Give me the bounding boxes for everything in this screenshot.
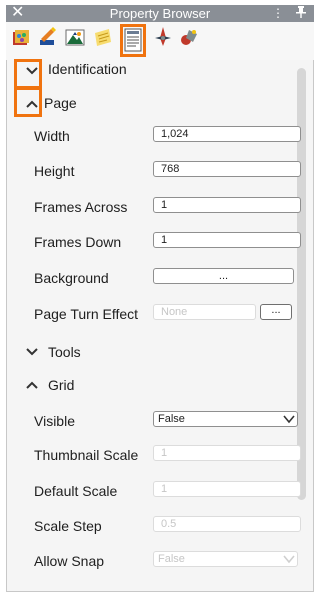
window-title: Property Browser xyxy=(109,6,211,21)
property-label: Width xyxy=(34,128,70,144)
property-row-frames-across: Frames Across 1 xyxy=(6,189,301,223)
property-row-width: Width 1,024 xyxy=(6,118,301,152)
objects-icon[interactable] xyxy=(178,26,200,48)
property-label: Frames Down xyxy=(34,234,122,250)
pin-icon[interactable] xyxy=(296,6,306,22)
page-turn-effect-input[interactable]: None xyxy=(153,304,256,320)
compass-icon[interactable] xyxy=(152,26,174,48)
image-picture-icon[interactable] xyxy=(64,26,86,48)
property-label: Background xyxy=(34,270,109,286)
property-label: Scale Step xyxy=(34,518,102,534)
property-label: Height xyxy=(34,163,75,179)
chevron-down-icon xyxy=(283,553,295,565)
property-row-height: Height 768 xyxy=(6,153,301,187)
section-title: Grid xyxy=(48,377,75,393)
property-row-background: Background ... xyxy=(6,260,296,294)
property-row-thumbnail-scale: Thumbnail Scale 1 xyxy=(6,437,301,471)
page-turn-effect-browse-button[interactable]: ... xyxy=(260,304,292,320)
property-label: Frames Across xyxy=(34,199,128,215)
section-title: Identification xyxy=(48,61,127,77)
visible-select[interactable]: False xyxy=(153,411,298,427)
select-value: False xyxy=(158,553,185,565)
pencil-brush-icon[interactable] xyxy=(36,26,58,48)
thumbnail-scale-input[interactable]: 1 xyxy=(153,445,301,461)
notes-page-icon[interactable] xyxy=(92,26,114,48)
background-picker-button[interactable]: ... xyxy=(153,268,294,284)
book-palette-icon[interactable] xyxy=(10,26,32,48)
property-row-default-scale: Default Scale 1 xyxy=(6,473,301,507)
chevron-up-icon[interactable] xyxy=(25,378,39,392)
scale-step-input[interactable]: 0.5 xyxy=(153,516,301,532)
height-input[interactable]: 768 xyxy=(153,161,301,177)
property-row-allow-snap: Allow Snap False xyxy=(6,543,298,577)
allow-snap-select[interactable]: False xyxy=(153,551,298,567)
property-label: Thumbnail Scale xyxy=(34,447,139,463)
section-tools[interactable]: Tools xyxy=(6,336,296,368)
title-bar: ✕ Property Browser ⋮ xyxy=(6,4,314,22)
section-title: Tools xyxy=(48,344,81,360)
property-row-page-turn-effect: Page Turn Effect None ... xyxy=(6,296,296,330)
chevron-down-icon xyxy=(283,413,295,425)
frames-across-input[interactable]: 1 xyxy=(153,197,301,213)
property-row-frames-down: Frames Down 1 xyxy=(6,224,301,258)
property-label: Page Turn Effect xyxy=(34,306,139,322)
chevron-highlight xyxy=(14,87,42,117)
section-grid[interactable]: Grid xyxy=(6,369,296,401)
more-options-icon[interactable]: ⋮ xyxy=(272,6,284,21)
section-identification[interactable]: Identification xyxy=(6,55,296,87)
default-scale-input[interactable]: 1 xyxy=(153,481,301,497)
property-label: Allow Snap xyxy=(34,553,105,569)
property-label: Default Scale xyxy=(34,483,118,499)
width-input[interactable]: 1,024 xyxy=(153,126,301,142)
property-row-scale-step: Scale Step 0.5 xyxy=(6,508,301,542)
select-value: False xyxy=(158,413,185,425)
section-page[interactable]: Page xyxy=(6,88,296,120)
section-title: Page xyxy=(44,95,77,111)
selected-tab-highlight xyxy=(120,24,146,57)
frames-down-input[interactable]: 1 xyxy=(153,232,301,248)
property-label: Visible xyxy=(34,413,75,429)
chevron-down-icon[interactable] xyxy=(25,345,39,359)
chevron-highlight xyxy=(14,59,42,89)
property-row-visible: Visible False xyxy=(6,403,298,437)
